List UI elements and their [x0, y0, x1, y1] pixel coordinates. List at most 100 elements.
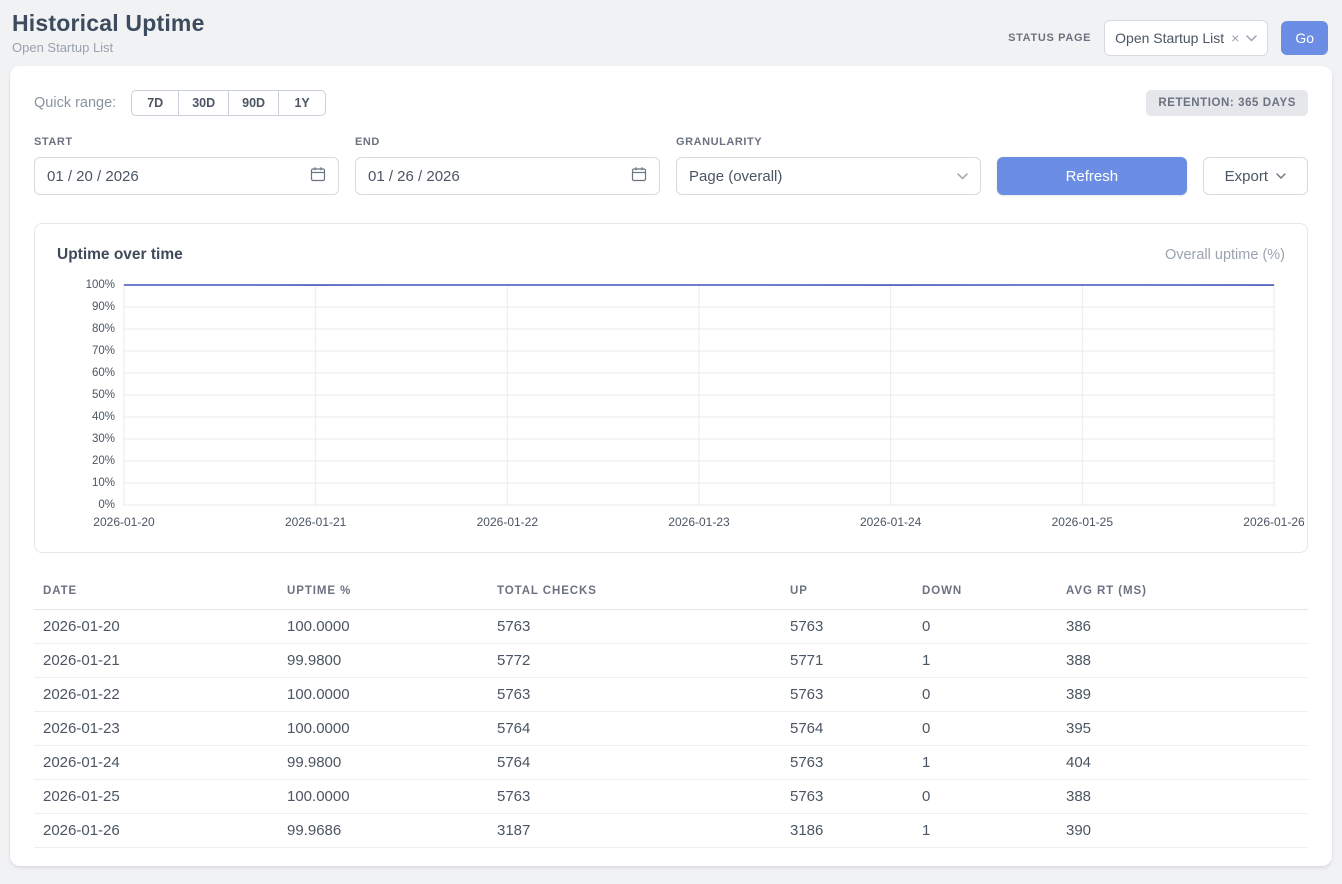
uptime-chart-card: Uptime over time Overall uptime (%) 0%10… — [34, 223, 1308, 553]
start-date-value: 01 / 20 / 2026 — [47, 168, 139, 185]
chart-header: Uptime over time Overall uptime (%) — [57, 246, 1285, 264]
table-cell: 99.9686 — [278, 814, 488, 848]
table-cell: 395 — [1057, 712, 1308, 746]
chart-legend-label: Overall uptime (%) — [1165, 247, 1285, 263]
y-axis-tick: 0% — [59, 499, 115, 511]
export-button-label: Export — [1225, 168, 1268, 185]
page-header-left: Historical Uptime Open Startup List — [12, 10, 205, 55]
x-axis-tick: 2026-01-21 — [285, 515, 346, 529]
table-cell: 5763 — [781, 746, 913, 780]
page-title: Historical Uptime — [12, 10, 205, 37]
start-date-label: START — [34, 136, 339, 148]
refresh-button[interactable]: Refresh — [997, 157, 1187, 195]
table-cell: 99.9800 — [278, 746, 488, 780]
table-cell: 388 — [1057, 644, 1308, 678]
start-date-field: START 01 / 20 / 2026 — [34, 136, 339, 195]
x-axis-tick: 2026-01-20 — [93, 515, 154, 529]
chevron-down-icon — [957, 173, 968, 180]
y-axis-tick: 30% — [59, 433, 115, 445]
x-axis-tick: 2026-01-22 — [477, 515, 538, 529]
calendar-icon[interactable] — [631, 166, 647, 186]
table-cell: 0 — [913, 678, 1057, 712]
clear-selection-icon[interactable]: × — [1231, 31, 1239, 45]
chevron-down-icon — [1276, 173, 1286, 179]
table-cell: 1 — [913, 814, 1057, 848]
granularity-label: GRANULARITY — [676, 136, 981, 148]
table-cell: 404 — [1057, 746, 1308, 780]
y-axis-tick: 20% — [59, 455, 115, 467]
y-axis-tick: 80% — [59, 323, 115, 335]
x-axis-tick: 2026-01-23 — [668, 515, 729, 529]
table-cell: 5763 — [488, 610, 781, 644]
y-axis-tick: 10% — [59, 477, 115, 489]
page-header-right: STATUS PAGE Open Startup List × Go — [1008, 20, 1328, 56]
table-cell: 2026-01-25 — [34, 780, 278, 814]
table-row: 2026-01-2699.9686318731861390 — [34, 814, 1308, 848]
end-date-label: END — [355, 136, 660, 148]
table-cell: 0 — [913, 712, 1057, 746]
end-date-input[interactable]: 01 / 26 / 2026 — [355, 157, 660, 195]
table-cell: 390 — [1057, 814, 1308, 848]
table-cell: 1 — [913, 644, 1057, 678]
end-date-value: 01 / 26 / 2026 — [368, 168, 460, 185]
table-header: DATEUPTIME %TOTAL CHECKSUPDOWNAVG RT (MS… — [34, 577, 1308, 610]
quick-range-group: 7D30D90D1Y — [131, 90, 326, 116]
table-row: 2026-01-20100.0000576357630386 — [34, 610, 1308, 644]
granularity-select[interactable]: Page (overall) — [676, 157, 981, 195]
quick-range-left: Quick range: 7D30D90D1Y — [34, 90, 326, 116]
status-page-select[interactable]: Open Startup List × — [1104, 20, 1268, 56]
table-cell: 5763 — [781, 780, 913, 814]
table-cell: 5764 — [488, 746, 781, 780]
calendar-icon[interactable] — [310, 166, 326, 186]
export-button[interactable]: Export — [1203, 157, 1308, 195]
page-header: Historical Uptime Open Startup List STAT… — [0, 0, 1342, 64]
column-header: AVG RT (MS) — [1057, 577, 1308, 610]
table-cell: 1 — [913, 746, 1057, 780]
table-cell: 0 — [913, 610, 1057, 644]
table-row: 2026-01-2499.9800576457631404 — [34, 746, 1308, 780]
column-header: TOTAL CHECKS — [488, 577, 781, 610]
column-header: DOWN — [913, 577, 1057, 610]
table-cell: 0 — [913, 780, 1057, 814]
status-page-selected-value: Open Startup List — [1115, 30, 1224, 46]
chart-svg — [123, 284, 1275, 506]
quick-range-7d-button[interactable]: 7D — [131, 90, 179, 116]
quick-range-30d-button[interactable]: 30D — [178, 90, 229, 116]
y-axis-tick: 40% — [59, 411, 115, 423]
table-cell: 3187 — [488, 814, 781, 848]
table-header-row: DATEUPTIME %TOTAL CHECKSUPDOWNAVG RT (MS… — [34, 577, 1308, 610]
table-cell: 5763 — [488, 780, 781, 814]
table-row: 2026-01-2199.9800577257711388 — [34, 644, 1308, 678]
granularity-field: GRANULARITY Page (overall) — [676, 136, 981, 195]
y-axis-tick: 90% — [59, 301, 115, 313]
x-axis-tick: 2026-01-25 — [1052, 515, 1113, 529]
table-cell: 5772 — [488, 644, 781, 678]
y-axis-tick: 50% — [59, 389, 115, 401]
table-cell: 5771 — [781, 644, 913, 678]
table-cell: 100.0000 — [278, 780, 488, 814]
column-header: UP — [781, 577, 913, 610]
table-cell: 100.0000 — [278, 610, 488, 644]
main-card: Quick range: 7D30D90D1Y RETENTION: 365 D… — [10, 66, 1332, 866]
table-cell: 5763 — [488, 678, 781, 712]
table-cell: 5763 — [781, 610, 913, 644]
table-cell: 100.0000 — [278, 678, 488, 712]
filters-row: START 01 / 20 / 2026 END 01 / 26 / 2026 … — [34, 136, 1308, 195]
go-button[interactable]: Go — [1281, 21, 1328, 55]
table-body: 2026-01-20100.00005763576303862026-01-21… — [34, 610, 1308, 848]
quick-range-row: Quick range: 7D30D90D1Y RETENTION: 365 D… — [34, 90, 1308, 116]
table-cell: 100.0000 — [278, 712, 488, 746]
status-page-label: STATUS PAGE — [1008, 32, 1091, 44]
retention-badge: RETENTION: 365 DAYS — [1146, 90, 1308, 116]
table-row: 2026-01-22100.0000576357630389 — [34, 678, 1308, 712]
quick-range-90d-button[interactable]: 90D — [228, 90, 279, 116]
column-header: DATE — [34, 577, 278, 610]
quick-range-1y-button[interactable]: 1Y — [278, 90, 326, 116]
chart-title: Uptime over time — [57, 246, 183, 264]
table-cell: 5763 — [781, 678, 913, 712]
table-cell: 5764 — [781, 712, 913, 746]
table-cell: 99.9800 — [278, 644, 488, 678]
start-date-input[interactable]: 01 / 20 / 2026 — [34, 157, 339, 195]
table-cell: 388 — [1057, 780, 1308, 814]
chart-plot: 0%10%20%30%40%50%60%70%80%90%100%2026-01… — [123, 284, 1275, 506]
